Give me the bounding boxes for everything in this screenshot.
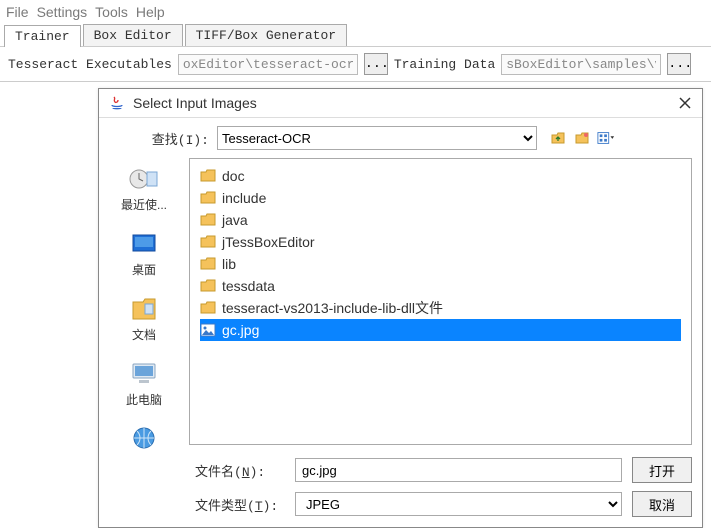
folder-icon [200,235,216,249]
file-name: doc [222,168,245,184]
folder-icon [200,169,216,183]
file-name: gc.jpg [222,322,259,338]
train-path-input[interactable] [501,54,661,75]
file-name: lib [222,256,236,272]
dialog-body: 最近使... 桌面 文档 此电脑 网络 doc include java jTessB… [99,158,702,451]
network-icon [127,424,161,451]
list-item[interactable]: lib [200,253,681,275]
dialog-titlebar: Select Input Images [99,89,702,118]
sidebar-item-label: 桌面 [132,261,156,278]
file-name: include [222,190,266,206]
folder-icon [200,191,216,205]
list-item[interactable]: doc [200,165,681,187]
sidebar-item-documents[interactable]: 文档 [127,294,161,343]
exec-browse-button[interactable]: ... [364,53,388,75]
exec-label: Tesseract Executables [8,57,172,72]
sidebar: 最近使... 桌面 文档 此电脑 网络 [99,158,189,451]
toolbar-icons [549,129,615,147]
cancel-button[interactable]: 取消 [632,491,692,517]
lookin-label: 查找(I): [109,129,209,148]
view-menu-icon[interactable] [597,129,615,147]
java-icon [109,95,125,111]
clock-icon [127,164,161,194]
dialog-bottom: 文件名(N): 打开 文件类型(T): JPEG 取消 [99,451,702,527]
lookin-select[interactable]: Tesseract-OCR [217,126,537,150]
file-name: java [222,212,248,228]
menu-tools[interactable]: Tools [95,4,128,20]
file-list[interactable]: doc include java jTessBoxEditor lib tessdata t… [189,158,692,445]
tab-box-editor[interactable]: Box Editor [83,24,183,46]
new-folder-icon[interactable] [573,129,591,147]
documents-icon [127,294,161,324]
sidebar-item-network[interactable]: 网络 [127,424,161,451]
tab-trainer[interactable]: Trainer [4,25,81,47]
folder-icon [200,257,216,271]
dialog-title: Select Input Images [133,95,678,111]
filetype-select[interactable]: JPEG [295,492,622,516]
pathbar: Tesseract Executables ... Training Data … [0,47,711,82]
up-folder-icon[interactable] [549,129,567,147]
sidebar-item-label: 最近使... [121,196,167,213]
sidebar-item-thispc[interactable]: 此电脑 [126,359,162,408]
exec-path-input[interactable] [178,54,358,75]
computer-icon [127,359,161,389]
sidebar-item-label: 此电脑 [126,391,162,408]
menu-file[interactable]: File [6,4,29,20]
menu-settings[interactable]: Settings [37,4,88,20]
folder-icon [200,213,216,227]
image-file-icon [200,323,216,337]
sidebar-item-label: 文档 [132,326,156,343]
open-button[interactable]: 打开 [632,457,692,483]
train-browse-button[interactable]: ... [667,53,691,75]
list-item[interactable]: jTessBoxEditor [200,231,681,253]
list-item[interactable]: gc.jpg [200,319,681,341]
train-label: Training Data [394,57,495,72]
file-name: tessdata [222,278,275,294]
folder-icon [200,279,216,293]
desktop-icon [127,229,161,259]
dialog-toolbar: 查找(I): Tesseract-OCR [99,118,702,158]
menu-help[interactable]: Help [136,4,165,20]
file-dialog: Select Input Images 查找(I): Tesseract-OCR [98,88,703,528]
tab-tiff-box-generator[interactable]: TIFF/Box Generator [185,24,347,46]
menubar: File Settings Tools Help [0,0,711,24]
tabbar: Trainer Box Editor TIFF/Box Generator [0,24,711,47]
list-item[interactable]: tessdata [200,275,681,297]
folder-icon [200,301,216,315]
file-name: tesseract-vs2013-include-lib-dll文件 [222,298,443,318]
list-item[interactable]: include [200,187,681,209]
list-item[interactable]: java [200,209,681,231]
sidebar-item-recent[interactable]: 最近使... [121,164,167,213]
close-icon[interactable] [678,96,692,110]
filetype-label: 文件类型(T): [195,495,285,514]
list-item[interactable]: tesseract-vs2013-include-lib-dll文件 [200,297,681,319]
file-name: jTessBoxEditor [222,234,315,250]
sidebar-item-desktop[interactable]: 桌面 [127,229,161,278]
filename-label: 文件名(N): [195,461,285,480]
filename-input[interactable] [295,458,622,482]
